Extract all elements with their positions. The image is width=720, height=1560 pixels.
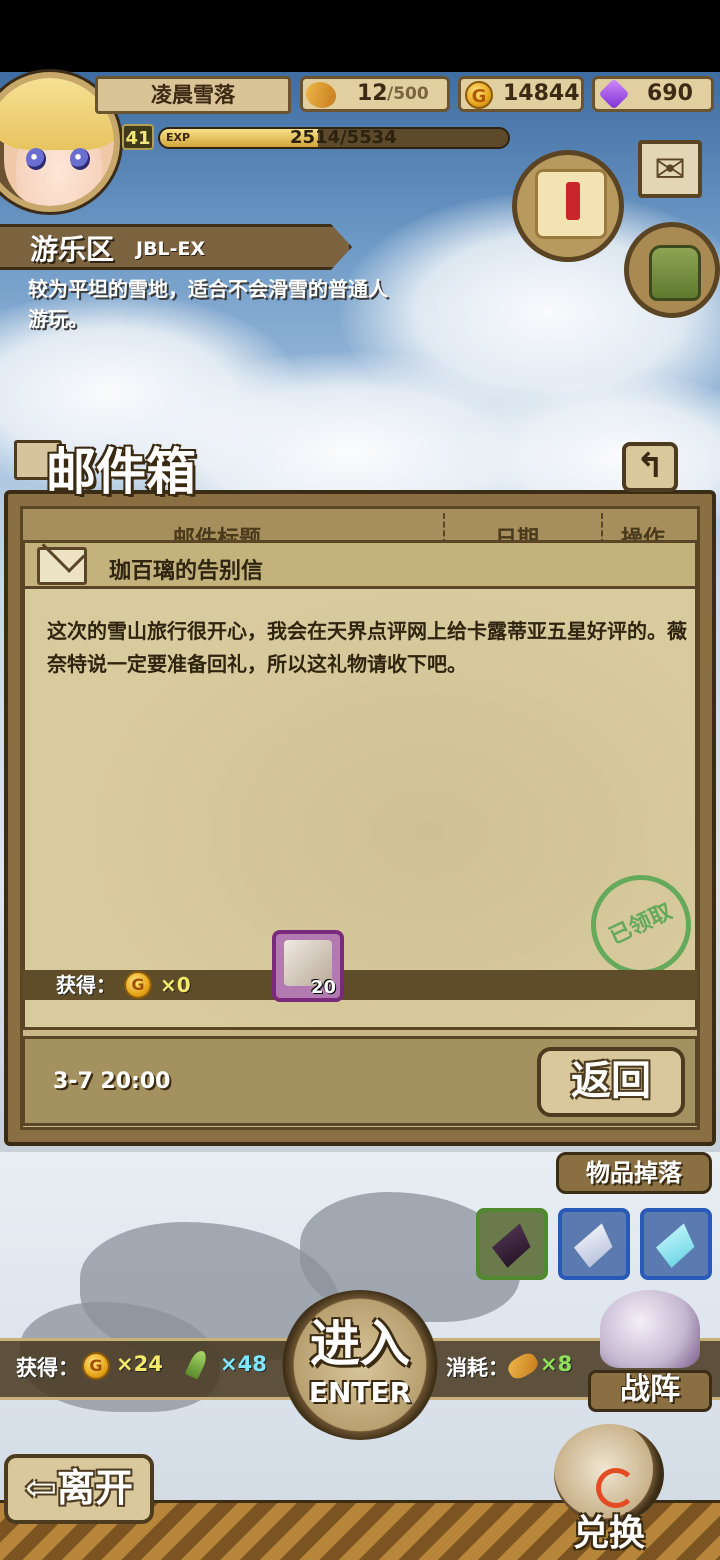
- letter-title: 珈百璃的告别信: [109, 559, 264, 584]
- gain-gold: ×24: [116, 1352, 163, 1376]
- reward-label: 获得：: [56, 973, 116, 997]
- gold-coin-icon: G: [82, 1352, 110, 1380]
- gain-feather: ×48: [220, 1352, 267, 1376]
- exchange-button[interactable]: 兑换: [548, 1420, 670, 1560]
- stamina-counter[interactable]: 12 /500: [300, 75, 450, 115]
- reward-item-count: 20: [310, 977, 336, 998]
- exp-bar: EXP 2514/5534: [158, 127, 510, 149]
- back-arrow-icon: ⇦: [25, 1465, 57, 1510]
- mailbox-title-text: 邮件箱: [46, 442, 196, 501]
- quest-scroll-icon[interactable]: [512, 150, 624, 262]
- gain-label: 获得：: [16, 1356, 79, 1380]
- cost-stamina: ×8: [540, 1352, 573, 1376]
- letter-footer: 3-7 20:00 返回: [22, 1036, 698, 1126]
- stamina-max: /500: [387, 84, 429, 104]
- mail-icon[interactable]: ✉: [638, 140, 702, 198]
- leave-button[interactable]: ⇦离开: [4, 1454, 154, 1524]
- letter-view: 珈百璃的告别信 这次的雪山旅行很开心，我会在天界点评网上给卡露蒂亚五星好评的。薇…: [22, 540, 708, 1030]
- letter-date: 3-7 20:00: [53, 1069, 171, 1094]
- stamina-current: 12: [357, 81, 388, 106]
- envelope-icon: [37, 547, 87, 585]
- player-name: 凌晨雪落: [95, 76, 291, 114]
- mailbox-title: 邮件箱: [10, 432, 230, 501]
- exp-tag: EXP: [166, 131, 191, 144]
- area-description: 较为平坦的雪地，适合不会滑雪的普通人游玩。: [28, 277, 388, 331]
- gold-coin-icon: G: [124, 971, 152, 999]
- gem-counter[interactable]: 690: [592, 76, 714, 112]
- enter-label-en: ENTER: [308, 1376, 412, 1409]
- reward-item-slot[interactable]: 20: [272, 930, 344, 1002]
- status-bar: [0, 0, 720, 72]
- reward-gold-count: ×0: [160, 973, 191, 997]
- leave-label: 离开: [56, 1465, 133, 1510]
- enter-label-cn: 进入: [310, 1314, 410, 1373]
- close-mailbox-button[interactable]: ↰: [622, 442, 678, 492]
- item-drops-label: 物品掉落: [556, 1152, 712, 1194]
- formation-label: 战阵: [588, 1370, 712, 1412]
- gold-coin-icon: G: [465, 81, 493, 109]
- exp-text: 2514/5534: [290, 127, 397, 148]
- return-button[interactable]: 返回: [537, 1047, 685, 1117]
- bread-icon: [301, 75, 341, 115]
- drop-item-white-crystal[interactable]: [558, 1208, 630, 1280]
- letter-header: 珈百璃的告别信: [25, 543, 695, 589]
- gem-amount: 690: [647, 81, 693, 106]
- white-crystal-icon: [569, 1217, 619, 1273]
- gold-amount: 14844: [503, 81, 580, 106]
- area-code: JBL-EX: [136, 238, 206, 260]
- formation-icon: [600, 1290, 700, 1368]
- cost-label: 消耗：: [446, 1356, 509, 1380]
- letter-body: 这次的雪山旅行很开心，我会在天界点评网上给卡露蒂亚五星好评的。薇奈特说一定要准备…: [47, 619, 687, 676]
- purple-gem-icon: [598, 78, 630, 110]
- drop-item-ice-crystal[interactable]: [640, 1208, 712, 1280]
- dark-crystal-icon: [487, 1217, 537, 1273]
- gold-counter[interactable]: G 14844: [458, 76, 584, 112]
- area-name: 游乐区: [30, 233, 115, 266]
- player-level: 41: [122, 124, 154, 150]
- ice-crystal-icon: [651, 1217, 701, 1273]
- drop-item-dark-crystal[interactable]: [476, 1208, 548, 1280]
- backpack-icon[interactable]: [624, 222, 720, 318]
- exchange-label: 兑换: [572, 1512, 645, 1554]
